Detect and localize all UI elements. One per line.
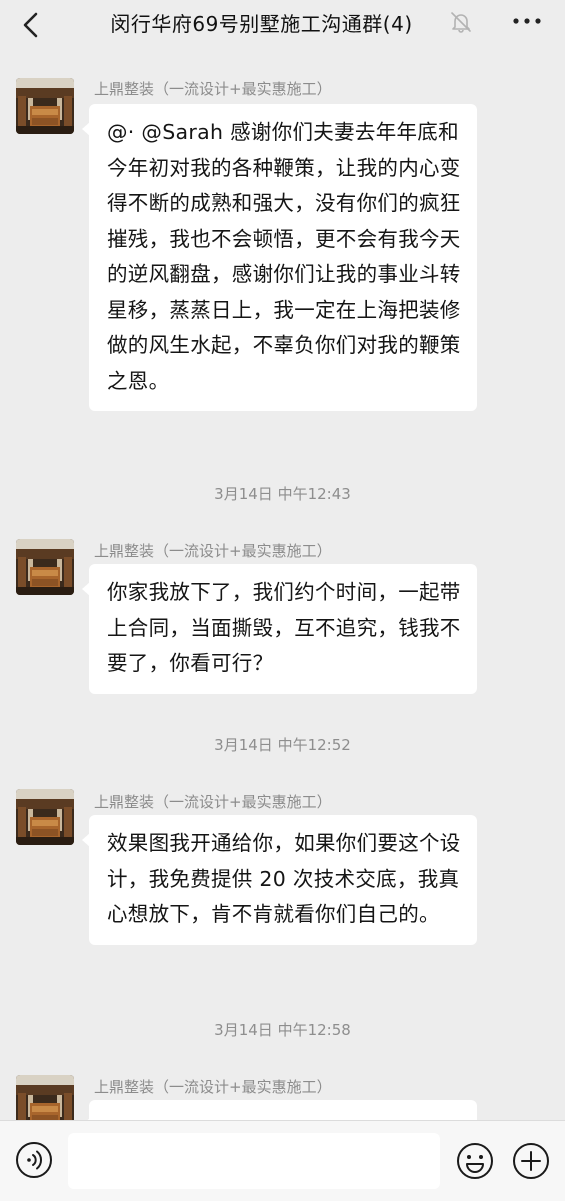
more-functions-button[interactable] [511, 1141, 551, 1181]
message-bubble[interactable]: @· @Sarah 感谢你们夫妻去年年底和今年初对我的各种鞭策，让我的内心变得不… [82, 104, 477, 411]
timestamp: 3月14日 中午12:43 [214, 485, 351, 503]
emoji-button[interactable] [455, 1141, 495, 1181]
message-bubble[interactable]: 你家我放下了，我们约个时间，一起带上合同，当面撕毁，互不追究，钱我不要了，你看可… [82, 564, 477, 694]
avatar[interactable] [16, 539, 74, 595]
plus-circle-icon [513, 1143, 549, 1179]
chat-title: 闵行华府69号别墅施工沟通群(4) [110, 11, 413, 36]
chat-title-wrap: 闵行华府69号别墅施工沟通群(4) [58, 0, 465, 44]
sender-name: 上鼎整装（一流设计+最实惠施工） [94, 793, 332, 811]
sender-name: 上鼎整装（一流设计+最实惠施工） [94, 80, 332, 98]
message-bubble[interactable] [82, 1100, 477, 1120]
chat-header: 闵行华府69号别墅施工沟通群(4) [0, 0, 565, 50]
timestamp: 3月14日 中午12:58 [214, 1021, 351, 1039]
smiley-icon [457, 1143, 493, 1179]
message-list[interactable]: 上鼎整装（一流设计+最实惠施工） @· @Sarah 感谢你们夫妻去年年底和今年… [0, 50, 565, 1120]
voice-icon [16, 1142, 52, 1178]
message-bubble[interactable]: 效果图我开通给你，如果你们要这个设计，我免费提供 20 次技术交底，我真心想放下… [82, 815, 477, 945]
chat-input-bar [0, 1120, 565, 1201]
more-options-button[interactable] [503, 6, 551, 36]
chevron-left-icon [23, 12, 38, 38]
bell-slash-icon [451, 12, 471, 33]
avatar[interactable] [16, 78, 74, 134]
avatar[interactable] [16, 1075, 74, 1120]
avatar[interactable] [16, 789, 74, 845]
sender-name: 上鼎整装（一流设计+最实惠施工） [94, 542, 332, 560]
voice-button[interactable] [15, 1141, 53, 1179]
timestamp: 3月14日 中午12:52 [214, 736, 351, 754]
sender-name: 上鼎整装（一流设计+最实惠施工） [94, 1078, 332, 1096]
ellipsis-icon [513, 18, 541, 24]
message-input[interactable] [68, 1133, 440, 1189]
back-button[interactable] [14, 8, 48, 42]
